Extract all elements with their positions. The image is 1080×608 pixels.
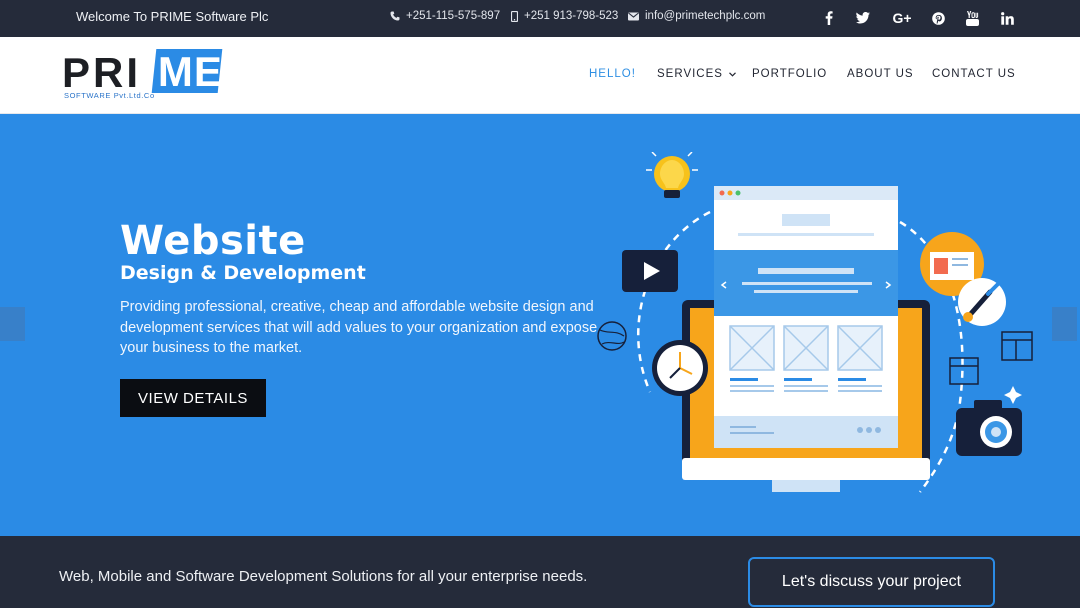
email-contact[interactable]: info@primetechplc.com [628,10,765,22]
logo-text-me: ME [157,48,223,95]
view-details-button[interactable]: VIEW DETAILS [120,379,266,417]
hero-slider: Website Design & Development Providing p… [0,114,1080,536]
site-header: PRI ME SOFTWARE Pvt.Ltd.Co HELLO! SERVIC… [0,37,1080,114]
phone-icon [390,11,400,21]
mobile-icon [511,10,518,22]
phone-contact-1[interactable]: +251-115-575-897 [390,10,500,22]
email-address: info@primetechplc.com [645,10,766,22]
logo-text-pri: PRI [62,49,142,96]
nav-item-hello[interactable]: HELLO! [589,68,636,80]
nav-item-portfolio[interactable]: PORTFOLIO [752,68,827,80]
cta-strip: Web, Mobile and Software Development Sol… [0,536,1080,608]
envelope-icon [628,12,639,20]
web-design-illustration [597,152,1033,493]
logo-me-block: ME [151,48,223,95]
linkedin-icon[interactable] [996,8,1018,28]
phone-number-1: +251-115-575-897 [406,10,501,22]
facebook-icon[interactable] [818,8,840,28]
nav-item-contact[interactable]: CONTACT US [932,68,1016,80]
youtube-icon[interactable] [961,8,983,28]
slider-prev-arrow[interactable] [0,307,25,341]
chevron-down-icon [729,72,737,77]
slider-next-arrow[interactable] [1052,307,1077,341]
nav-item-services-label: SERVICES [657,68,723,80]
twitter-icon[interactable] [852,8,874,28]
pinterest-icon[interactable] [927,8,949,28]
nav-item-about[interactable]: ABOUT US [847,68,914,80]
discuss-project-button[interactable]: Let's discuss your project [748,557,995,607]
hero-title: Website [120,218,306,264]
top-bar: Welcome To PRIME Software Plc +251-115-5… [0,0,1080,37]
prime-logo[interactable]: PRI ME SOFTWARE Pvt.Ltd.Co [62,47,223,103]
google-plus-icon[interactable]: G+ [889,8,915,28]
hero-description: Providing professional, creative, cheap … [120,299,598,356]
logo-tagline: SOFTWARE Pvt.Ltd.Co [64,91,155,100]
hero-subtitle: Design & Development [120,262,366,284]
strip-tagline: Web, Mobile and Software Development Sol… [59,568,588,585]
nav-item-services[interactable]: SERVICES [657,68,737,80]
phone-contact-2[interactable]: +251 913-798-523 [511,10,618,22]
phone-number-2: +251 913-798-523 [524,10,619,22]
welcome-text: Welcome To PRIME Software Plc [76,9,269,24]
